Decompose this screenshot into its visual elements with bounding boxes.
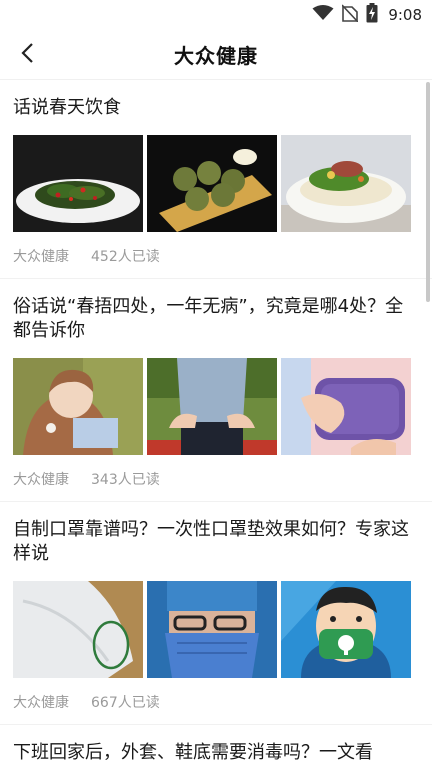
read-count: 343人已读 [91,472,160,488]
stir-fried-greens-photo[interactable] [13,135,143,232]
mask-closeup-photo[interactable] [13,581,143,678]
article-source: 大众健康 [13,695,69,711]
article-source: 大众健康 [13,472,69,488]
status-time: 9:08 [388,6,422,24]
fried-patties-photo[interactable] [147,135,277,232]
article-meta: 大众健康 452人已读 [13,232,419,278]
article-title[interactable]: 话说春天饮食 [13,80,419,120]
article-item[interactable]: 自制口罩靠谱吗？一次性口罩垫效果如何？专家这样说 大众健康 667人已读 [0,502,432,725]
article-thumbnails [13,135,419,232]
mask-cartoon-photo[interactable] [281,581,411,678]
toddler-in-hoodie-photo[interactable] [13,358,143,455]
article-meta: 大众健康 667人已读 [13,678,419,724]
article-title[interactable]: 俗话说“春捂四处，一年无病”，究竟是哪4处？全都告诉你 [13,279,419,343]
read-count: 667人已读 [91,695,160,711]
article-item[interactable]: 下班回家后，外套、鞋底需要消毒吗？一文看 [0,725,432,765]
article-thumbnails [13,581,419,678]
chevron-left-icon [20,42,34,68]
person-back-pain-photo[interactable] [147,358,277,455]
article-feed[interactable]: 话说春天饮食 大众健康 452人已读 俗话说“春捂四处，一年无病”，究竟是哪4处… [0,80,432,768]
article-title[interactable]: 自制口罩靠谱吗？一次性口罩垫效果如何？专家这样说 [13,502,419,566]
app-header: 大众健康 [0,30,432,80]
back-button[interactable] [10,38,44,72]
article-title[interactable]: 下班回家后，外套、鞋底需要消毒吗？一文看 [13,725,419,765]
vegetable-soup-photo[interactable] [281,135,411,232]
wifi-icon [312,5,334,25]
hot-water-bottle-photo[interactable] [281,358,411,455]
battery-charging-icon [366,3,378,27]
no-sim-icon [341,4,359,26]
scrollbar[interactable] [426,82,430,302]
status-bar: 9:08 [0,0,432,30]
article-thumbnails [13,358,419,455]
article-item[interactable]: 俗话说“春捂四处，一年无病”，究竟是哪4处？全都告诉你 大众健康 343人已读 [0,279,432,502]
article-item[interactable]: 话说春天饮食 大众健康 452人已读 [0,80,432,279]
article-source: 大众健康 [13,249,69,265]
doctor-wearing-mask-photo[interactable] [147,581,277,678]
article-meta: 大众健康 343人已读 [13,455,419,501]
read-count: 452人已读 [91,249,160,265]
page-title: 大众健康 [174,44,258,68]
